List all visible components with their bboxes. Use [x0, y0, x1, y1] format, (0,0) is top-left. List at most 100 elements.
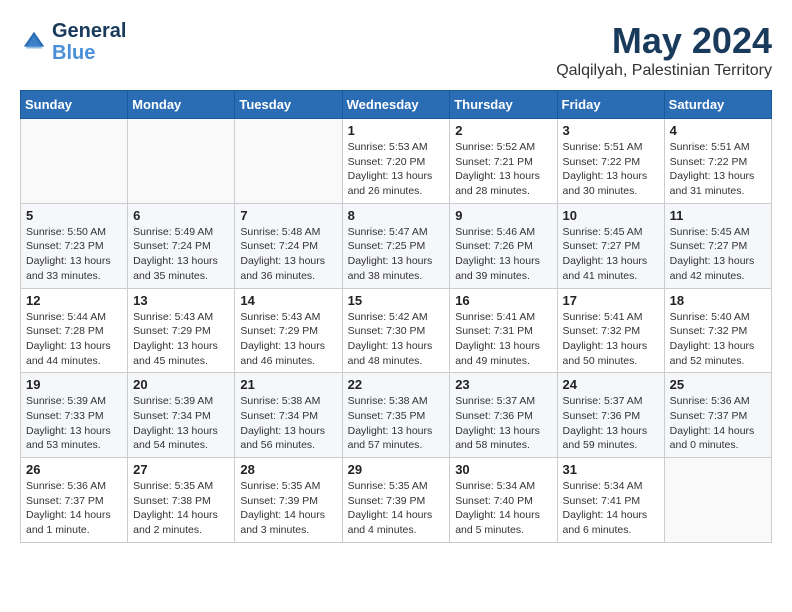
day-info: Sunrise: 5:51 AM Sunset: 7:22 PM Dayligh… — [670, 140, 766, 199]
day-info: Sunrise: 5:35 AM Sunset: 7:39 PM Dayligh… — [240, 479, 336, 538]
day-info: Sunrise: 5:34 AM Sunset: 7:40 PM Dayligh… — [455, 479, 551, 538]
day-number: 4 — [670, 123, 766, 138]
table-row: 10 Sunrise: 5:45 AM Sunset: 7:27 PM Dayli… — [557, 203, 664, 288]
day-number: 23 — [455, 377, 551, 392]
header-tuesday: Tuesday — [235, 91, 342, 119]
table-row — [235, 119, 342, 204]
day-number: 24 — [563, 377, 659, 392]
table-row: 1 Sunrise: 5:53 AM Sunset: 7:20 PM Daylig… — [342, 119, 450, 204]
table-row — [664, 458, 771, 543]
day-number: 30 — [455, 462, 551, 477]
table-row: 16 Sunrise: 5:41 AM Sunset: 7:31 PM Dayli… — [450, 288, 557, 373]
day-number: 15 — [348, 293, 445, 308]
table-row: 6 Sunrise: 5:49 AM Sunset: 7:24 PM Daylig… — [128, 203, 235, 288]
day-info: Sunrise: 5:38 AM Sunset: 7:35 PM Dayligh… — [348, 394, 445, 453]
day-number: 16 — [455, 293, 551, 308]
day-number: 29 — [348, 462, 445, 477]
day-number: 20 — [133, 377, 229, 392]
calendar-week-1: 1 Sunrise: 5:53 AM Sunset: 7:20 PM Daylig… — [21, 119, 772, 204]
logo-text: General Blue — [52, 20, 126, 64]
calendar-week-3: 12 Sunrise: 5:44 AM Sunset: 7:28 PM Dayli… — [21, 288, 772, 373]
day-info: Sunrise: 5:45 AM Sunset: 7:27 PM Dayligh… — [563, 225, 659, 284]
table-row: 29Sunrise: 5:35 AM Sunset: 7:39 PM Dayli… — [342, 458, 450, 543]
table-row: 12 Sunrise: 5:44 AM Sunset: 7:28 PM Dayli… — [21, 288, 128, 373]
logo: General Blue — [20, 20, 126, 64]
day-info: Sunrise: 5:43 AM Sunset: 7:29 PM Dayligh… — [133, 310, 229, 369]
table-row: 20 Sunrise: 5:39 AM Sunset: 7:34 PM Dayli… — [128, 373, 235, 458]
day-info: Sunrise: 5:41 AM Sunset: 7:32 PM Dayligh… — [563, 310, 659, 369]
table-row: 7Sunrise: 5:48 AM Sunset: 7:24 PM Daylig… — [235, 203, 342, 288]
day-info: Sunrise: 5:42 AM Sunset: 7:30 PM Dayligh… — [348, 310, 445, 369]
day-number: 10 — [563, 208, 659, 223]
header-saturday: Saturday — [664, 91, 771, 119]
day-info: Sunrise: 5:34 AM Sunset: 7:41 PM Dayligh… — [563, 479, 659, 538]
day-info: Sunrise: 5:37 AM Sunset: 7:36 PM Dayligh… — [455, 394, 551, 453]
day-number: 6 — [133, 208, 229, 223]
day-info: Sunrise: 5:51 AM Sunset: 7:22 PM Dayligh… — [563, 140, 659, 199]
location-title: Qalqilyah, Palestinian Territory — [556, 62, 772, 80]
table-row: 25 Sunrise: 5:36 AM Sunset: 7:37 PM Dayli… — [664, 373, 771, 458]
day-number: 14 — [240, 293, 336, 308]
title-section: May 2024 Qalqilyah, Palestinian Territor… — [556, 20, 772, 80]
header-friday: Friday — [557, 91, 664, 119]
header-sunday: Sunday — [21, 91, 128, 119]
day-number: 21 — [240, 377, 336, 392]
table-row: 11Sunrise: 5:45 AM Sunset: 7:27 PM Dayli… — [664, 203, 771, 288]
day-number: 31 — [563, 462, 659, 477]
day-info: Sunrise: 5:37 AM Sunset: 7:36 PM Dayligh… — [563, 394, 659, 453]
table-row — [21, 119, 128, 204]
day-info: Sunrise: 5:53 AM Sunset: 7:20 PM Dayligh… — [348, 140, 445, 199]
table-row: 30 Sunrise: 5:34 AM Sunset: 7:40 PM Dayli… — [450, 458, 557, 543]
day-info: Sunrise: 5:36 AM Sunset: 7:37 PM Dayligh… — [26, 479, 122, 538]
day-number: 18 — [670, 293, 766, 308]
table-row: 28 Sunrise: 5:35 AM Sunset: 7:39 PM Dayli… — [235, 458, 342, 543]
table-row: 4 Sunrise: 5:51 AM Sunset: 7:22 PM Daylig… — [664, 119, 771, 204]
day-info: Sunrise: 5:52 AM Sunset: 7:21 PM Dayligh… — [455, 140, 551, 199]
day-info: Sunrise: 5:36 AM Sunset: 7:37 PM Dayligh… — [670, 394, 766, 453]
day-number: 25 — [670, 377, 766, 392]
day-number: 26 — [26, 462, 122, 477]
day-number: 2 — [455, 123, 551, 138]
day-info: Sunrise: 5:48 AM Sunset: 7:24 PM Dayligh… — [240, 225, 336, 284]
day-info: Sunrise: 5:50 AM Sunset: 7:23 PM Dayligh… — [26, 225, 122, 284]
header-wednesday: Wednesday — [342, 91, 450, 119]
table-row: 21Sunrise: 5:38 AM Sunset: 7:34 PM Dayli… — [235, 373, 342, 458]
table-row: 13Sunrise: 5:43 AM Sunset: 7:29 PM Dayli… — [128, 288, 235, 373]
day-number: 27 — [133, 462, 229, 477]
table-row: 31 Sunrise: 5:34 AM Sunset: 7:41 PM Dayli… — [557, 458, 664, 543]
month-title: May 2024 — [556, 20, 772, 62]
table-row — [128, 119, 235, 204]
calendar-header-row: Sunday Monday Tuesday Wednesday Thursday… — [21, 91, 772, 119]
day-number: 28 — [240, 462, 336, 477]
day-number: 1 — [348, 123, 445, 138]
header-monday: Monday — [128, 91, 235, 119]
table-row: 22 Sunrise: 5:38 AM Sunset: 7:35 PM Dayli… — [342, 373, 450, 458]
header-thursday: Thursday — [450, 91, 557, 119]
table-row: 24 Sunrise: 5:37 AM Sunset: 7:36 PM Dayli… — [557, 373, 664, 458]
day-info: Sunrise: 5:43 AM Sunset: 7:29 PM Dayligh… — [240, 310, 336, 369]
day-info: Sunrise: 5:40 AM Sunset: 7:32 PM Dayligh… — [670, 310, 766, 369]
day-info: Sunrise: 5:39 AM Sunset: 7:33 PM Dayligh… — [26, 394, 122, 453]
logo-icon — [20, 28, 48, 56]
day-info: Sunrise: 5:47 AM Sunset: 7:25 PM Dayligh… — [348, 225, 445, 284]
day-number: 8 — [348, 208, 445, 223]
page: General Blue May 2024 Qalqilyah, Palesti… — [0, 0, 792, 553]
day-info: Sunrise: 5:39 AM Sunset: 7:34 PM Dayligh… — [133, 394, 229, 453]
day-info: Sunrise: 5:49 AM Sunset: 7:24 PM Dayligh… — [133, 225, 229, 284]
calendar-table: Sunday Monday Tuesday Wednesday Thursday… — [20, 90, 772, 543]
day-number: 3 — [563, 123, 659, 138]
header: General Blue May 2024 Qalqilyah, Palesti… — [20, 20, 772, 80]
day-info: Sunrise: 5:41 AM Sunset: 7:31 PM Dayligh… — [455, 310, 551, 369]
calendar-week-2: 5Sunrise: 5:50 AM Sunset: 7:23 PM Daylig… — [21, 203, 772, 288]
day-number: 19 — [26, 377, 122, 392]
table-row: 8 Sunrise: 5:47 AM Sunset: 7:25 PM Daylig… — [342, 203, 450, 288]
day-info: Sunrise: 5:45 AM Sunset: 7:27 PM Dayligh… — [670, 225, 766, 284]
table-row: 18 Sunrise: 5:40 AM Sunset: 7:32 PM Dayli… — [664, 288, 771, 373]
day-number: 12 — [26, 293, 122, 308]
day-info: Sunrise: 5:35 AM Sunset: 7:38 PM Dayligh… — [133, 479, 229, 538]
day-number: 9 — [455, 208, 551, 223]
day-info: Sunrise: 5:44 AM Sunset: 7:28 PM Dayligh… — [26, 310, 122, 369]
day-number: 22 — [348, 377, 445, 392]
table-row: 19 Sunrise: 5:39 AM Sunset: 7:33 PM Dayli… — [21, 373, 128, 458]
table-row: 27 Sunrise: 5:35 AM Sunset: 7:38 PM Dayli… — [128, 458, 235, 543]
